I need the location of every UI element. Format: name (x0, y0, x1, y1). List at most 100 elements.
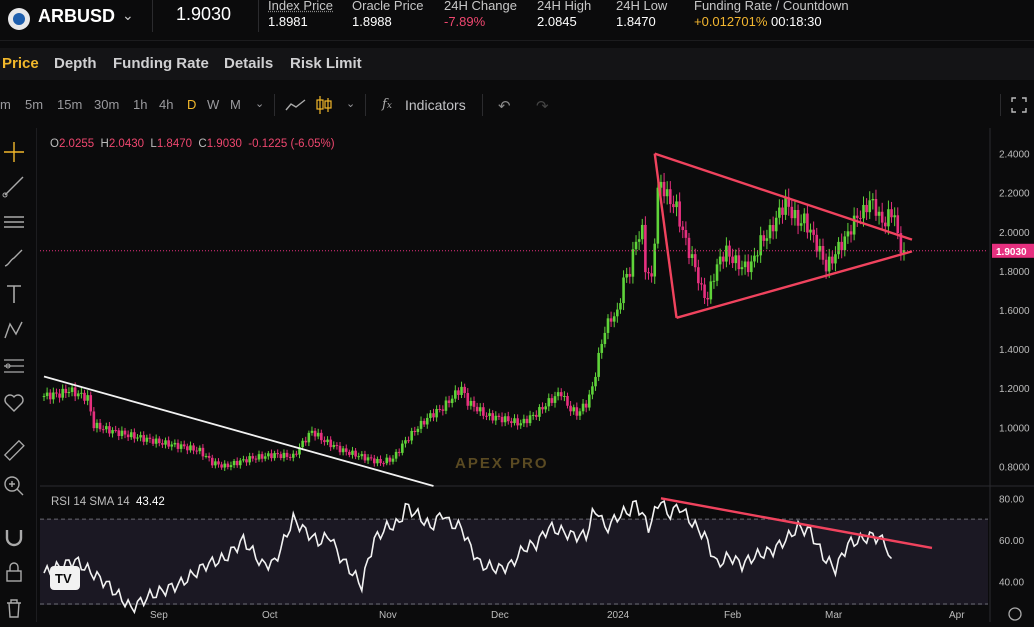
candle-body (326, 439, 329, 443)
pattern-icon[interactable] (2, 318, 26, 342)
favorite-icon[interactable] (2, 390, 26, 414)
open-label: O (50, 138, 59, 150)
candle-body (182, 444, 186, 447)
candle-body (429, 413, 432, 418)
candle-body (681, 226, 685, 231)
price-chart[interactable]: APEX PRO 2.4000 2.2000 2.0000 1.8000 1.6000 1… (40, 128, 1034, 627)
timeframe-1h[interactable]: 1h (133, 97, 147, 112)
candle-body (379, 458, 382, 464)
stat-value: 1.8988 (352, 14, 392, 29)
timeframe-m[interactable]: M (230, 97, 241, 112)
candle-body (192, 445, 195, 451)
candle-body (270, 453, 273, 459)
candle-body (95, 422, 99, 429)
timeframe-4h[interactable]: 4h (159, 97, 173, 112)
undo-icon[interactable]: ↶ (498, 97, 511, 115)
candle-body (625, 273, 628, 278)
candle-body (111, 430, 114, 434)
candle-body (718, 256, 722, 265)
timeframe-1m[interactable]: m (0, 97, 11, 112)
candle-body (413, 430, 417, 433)
timeframe-w[interactable]: W (207, 97, 219, 112)
candle-body (123, 430, 127, 435)
candle-body (101, 429, 105, 431)
stat-label: Oracle Price (352, 0, 424, 13)
candle-body (578, 411, 582, 416)
change-value: -0.1225 (-6.05%) (248, 138, 335, 150)
ruler-icon[interactable] (2, 438, 26, 462)
candle-body (170, 444, 174, 447)
candlestick-type-icon[interactable] (315, 95, 333, 115)
stat-label: Index Price (268, 0, 334, 13)
candle-body (438, 409, 442, 411)
chevron-down-icon[interactable]: ⌄ (346, 97, 355, 110)
candle-body (771, 225, 775, 232)
timeframe-d[interactable]: D (187, 97, 196, 112)
candle-body (709, 281, 713, 300)
tab-price[interactable]: Price (2, 55, 39, 72)
line-chart-icon[interactable] (285, 98, 307, 112)
chevron-down-icon[interactable]: ⌄ (122, 7, 134, 24)
candle-body (404, 440, 407, 444)
chart-canvas[interactable]: APEX PRO 2.4000 2.2000 2.0000 1.8000 1.6000 1… (40, 128, 1034, 622)
candle-body (357, 456, 361, 458)
candle-body (235, 460, 239, 466)
candle-body (510, 421, 513, 424)
stat-index-price: Index Price 1.8981 (268, 0, 333, 29)
stat-value: -7.89% (444, 14, 486, 29)
candle-body (522, 418, 526, 424)
candle-body (606, 318, 610, 333)
brush-icon[interactable] (2, 246, 26, 270)
candle-body (332, 445, 336, 448)
timeframe-15m[interactable]: 15m (57, 97, 82, 112)
tab-details[interactable]: Details (224, 55, 273, 72)
trash-icon[interactable] (2, 596, 26, 620)
candle-body (843, 236, 847, 251)
indicators-fx-icon[interactable]: fx (382, 97, 392, 112)
divider (152, 0, 153, 32)
tab-depth[interactable]: Depth (54, 55, 97, 72)
candle-body (737, 255, 741, 270)
indicators-button[interactable]: Indicators (405, 97, 466, 113)
chevron-down-icon[interactable]: ⌄ (255, 97, 264, 110)
lock-icon[interactable] (2, 560, 26, 584)
candle-body (341, 448, 345, 453)
market-symbol[interactable]: ARBUSD (38, 6, 115, 27)
fullscreen-icon[interactable] (1011, 97, 1027, 113)
tab-funding-rate[interactable]: Funding Rate (113, 55, 209, 72)
candle-body (394, 451, 398, 459)
trend-line-icon[interactable] (2, 174, 26, 198)
fib-icon[interactable] (2, 354, 26, 378)
candle-body (541, 407, 544, 410)
candle-body (594, 376, 597, 387)
price-tick-label: 2.2000 (999, 189, 1030, 200)
tab-risk-limit[interactable]: Risk Limit (290, 55, 362, 72)
candle-body (837, 241, 840, 255)
candle-body (513, 418, 516, 424)
candle-body (214, 461, 217, 466)
candle-body (637, 239, 641, 242)
time-axis: Sep Oct Nov Dec 2024 Feb Mar Apr (150, 607, 1022, 621)
text-tool-icon[interactable] (2, 282, 26, 306)
candle-body (260, 454, 264, 459)
candle-body (363, 454, 367, 461)
magnet-icon[interactable] (2, 526, 26, 550)
horizontal-lines-icon[interactable] (2, 210, 26, 234)
candle-body (884, 222, 887, 227)
candle-body (360, 454, 364, 457)
candle-body (887, 209, 890, 227)
candle-body (164, 440, 167, 445)
candle-body (282, 452, 286, 459)
candle-body (210, 457, 214, 466)
timeframe-5m[interactable]: 5m (25, 97, 43, 112)
candle-body (189, 445, 192, 451)
crosshair-icon[interactable] (2, 140, 26, 164)
redo-icon[interactable]: ↷ (536, 97, 549, 115)
candle-body (653, 243, 657, 277)
candle-body (108, 426, 111, 434)
candle-body (432, 413, 435, 418)
zoom-in-icon[interactable] (2, 474, 26, 498)
candle-body (506, 416, 510, 422)
timeframe-30m[interactable]: 30m (94, 97, 119, 112)
candle-body (142, 435, 146, 442)
